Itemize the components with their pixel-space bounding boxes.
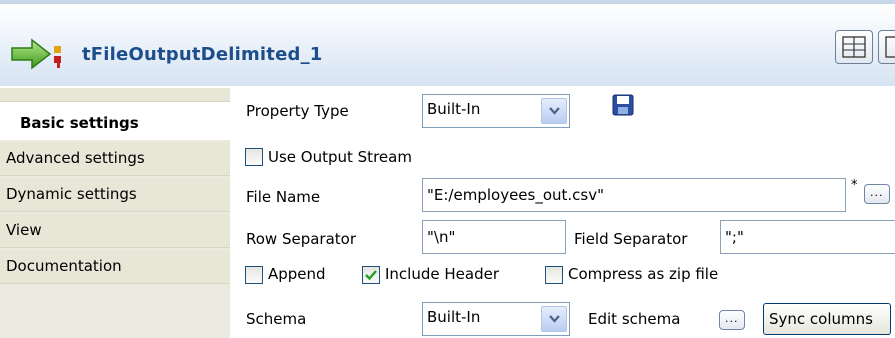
browse-label: ... [725,312,739,325]
sidebar-item-label: Documentation [6,257,122,275]
dropdown-button[interactable] [541,98,567,124]
include-header-checkbox[interactable] [362,266,380,284]
use-output-stream-checkbox[interactable] [245,148,263,166]
edit-schema-label: Edit schema [588,310,681,328]
sidebar-top-spacer [0,88,230,102]
save-disk-icon[interactable] [612,94,634,116]
component-title: tFileOutputDelimited_1 [82,44,323,65]
schema-value: Built-In [427,308,481,326]
sidebar-item-documentation[interactable]: Documentation [0,250,230,284]
property-type-select[interactable]: Built-In [422,94,570,128]
row-separator-input[interactable]: "\n" [422,220,566,254]
chevron-down-icon [549,315,560,323]
file-name-value: "E:/employees_out.csv" [427,186,605,204]
view-toggle-button[interactable] [835,30,873,64]
edit-schema-button[interactable]: ... [719,310,745,330]
sidebar-item-label: View [6,221,42,239]
sync-columns-button[interactable]: Sync columns [763,303,891,335]
include-header-label: Include Header [385,265,499,283]
append-label: Append [268,265,326,283]
field-separator-label: Field Separator [574,230,688,248]
component-arrow-icon [11,38,61,70]
row-separator-value: "\n" [427,228,456,246]
chevron-down-icon [549,107,560,115]
file-name-input[interactable]: "E:/employees_out.csv" [422,178,846,212]
field-separator-input[interactable]: ";" [720,220,895,254]
use-output-stream-label: Use Output Stream [268,148,412,166]
row-separator-label: Row Separator [246,230,357,248]
sidebar-item-basic-settings[interactable]: Basic settings [0,102,230,140]
sidebar-item-view[interactable]: View [0,214,230,248]
sidebar-item-dynamic-settings[interactable]: Dynamic settings [0,178,230,212]
view-toggle-icon [842,36,866,58]
field-separator-value: ";" [725,228,744,246]
schema-label: Schema [246,310,307,328]
sync-columns-label: Sync columns [769,310,873,328]
sidebar-item-label: Advanced settings [6,149,145,167]
view-list-icon [885,36,895,58]
file-name-label: File Name [246,188,321,206]
sidebar-item-label: Dynamic settings [6,185,137,203]
compress-checkbox[interactable] [545,266,563,284]
view-toggle-button-2[interactable] [878,30,895,64]
dropdown-button[interactable] [541,306,567,332]
append-checkbox[interactable] [245,266,263,284]
browse-label: ... [870,186,884,199]
component-header: tFileOutputDelimited_1 [0,4,895,86]
property-type-value: Built-In [427,100,481,118]
schema-select[interactable]: Built-In [422,302,570,336]
file-browse-button[interactable]: ... [864,184,890,204]
sidebar-item-label: Basic settings [20,114,139,132]
required-mark: * [851,178,858,193]
property-type-label: Property Type [246,102,349,120]
sidebar-item-advanced-settings[interactable]: Advanced settings [0,142,230,176]
compress-label: Compress as zip file [568,265,719,283]
checkmark-icon [365,270,377,281]
